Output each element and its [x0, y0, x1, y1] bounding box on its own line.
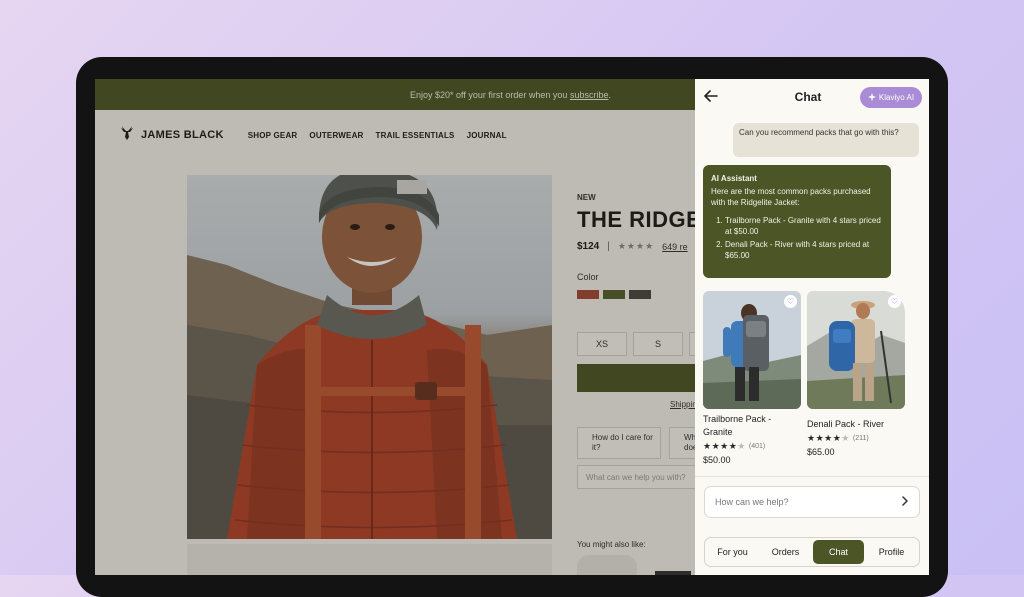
banner-prefix: Enjoy $20* off your first order when you: [410, 89, 568, 100]
tab-profile[interactable]: Profile: [866, 540, 917, 564]
chat-divider: [695, 476, 929, 477]
star-rating-icon: ★★★★★: [807, 433, 850, 443]
klaviyo-ai-badge[interactable]: Klaviyo AI: [860, 87, 922, 108]
color-label: Color: [577, 272, 599, 282]
chat-input-placeholder: How can we help?: [715, 497, 789, 507]
faq-chips: How do I care for it? Wh doe: [577, 427, 709, 459]
tab-orders[interactable]: Orders: [760, 540, 811, 564]
ai-recommendation-item: Denali Pack - River with 4 stars priced …: [725, 239, 883, 262]
reviews-link[interactable]: 649 re: [662, 242, 688, 252]
product-rating: ★★★★★ (211): [807, 433, 905, 444]
chat-input[interactable]: How can we help?: [704, 486, 920, 518]
ai-message-intro: Here are the most common packs purchased…: [711, 186, 871, 208]
review-count: (401): [748, 443, 766, 450]
nav-journal[interactable]: JOURNAL: [467, 131, 507, 140]
size-xs-button[interactable]: XS: [577, 332, 627, 356]
star-rating-icon: ★★★★★: [703, 441, 746, 451]
banner-suffix: .: [608, 89, 611, 100]
hero-thumbnail[interactable]: [187, 544, 552, 575]
user-message: Can you recommend packs that go with thi…: [733, 123, 919, 157]
product-card-denali[interactable]: ♡ Denali Pack - River ★★★★★ (211) $65.00: [807, 291, 905, 457]
size-selector: XS S: [577, 332, 710, 356]
product-price: $50.00: [703, 455, 731, 465]
top-nav: JAMES BLACK SHOP GEAR OUTERWEAR TRAIL ES…: [119, 125, 507, 145]
tab-for-you[interactable]: For you: [707, 540, 758, 564]
favorite-button[interactable]: ♡: [784, 295, 797, 308]
recommendation-title-bar: [655, 571, 691, 575]
price-separator: |: [607, 241, 610, 252]
swatch-charcoal[interactable]: [629, 290, 651, 299]
ai-recommendation-item: Trailborne Pack - Granite with 4 stars p…: [725, 215, 883, 238]
klaviyo-ai-label: Klaviyo AI: [878, 93, 915, 102]
nav-links: SHOP GEAR OUTERWEAR TRAIL ESSENTIALS JOU…: [248, 131, 507, 140]
stag-icon: [119, 125, 135, 146]
chat-panel: Chat Klaviyo AI Can you recommend packs …: [695, 79, 929, 575]
product-card-trailborne[interactable]: ♡ Trailborne Pack - Granite ★★★★★ (401) …: [703, 291, 801, 465]
product-name[interactable]: Trailborne Pack - Granite: [703, 413, 801, 439]
rating-stars: ★★★★: [617, 241, 655, 251]
heart-icon: ♡: [786, 297, 795, 306]
nav-trail-essentials[interactable]: TRAIL ESSENTIALS: [376, 131, 455, 140]
swatch-rust[interactable]: [577, 290, 599, 299]
price-row: $124 | ★★★★ 649 re: [577, 241, 688, 252]
heart-icon: ♡: [890, 297, 899, 306]
favorite-button[interactable]: ♡: [888, 295, 901, 308]
chat-tab-bar: For you Orders Chat Profile: [704, 537, 920, 567]
faq-care-button[interactable]: How do I care for it?: [577, 427, 661, 459]
review-count: (211): [852, 435, 869, 442]
recommendation-thumbnail[interactable]: [577, 555, 637, 575]
sparkle-icon: [867, 92, 876, 103]
ai-message: AI Assistant Here are the most common pa…: [703, 165, 891, 278]
trailborne-pack-image[interactable]: ♡: [703, 291, 801, 409]
subscribe-link[interactable]: subscribe: [570, 90, 609, 100]
brand-logo[interactable]: JAMES BLACK: [119, 125, 224, 146]
product-rating: ★★★★★ (401): [703, 441, 801, 452]
product-badge: NEW: [577, 193, 596, 202]
chevron-right-icon[interactable]: [901, 496, 909, 508]
product-price: $124: [577, 241, 600, 252]
nav-outerwear[interactable]: OUTERWEAR: [309, 131, 363, 140]
swatch-olive[interactable]: [603, 290, 625, 299]
color-swatches: [577, 290, 651, 299]
product-hero-image: [187, 175, 552, 539]
product-price: $65.00: [807, 447, 835, 457]
tab-chat[interactable]: Chat: [813, 540, 864, 564]
denali-pack-image[interactable]: ♡: [807, 291, 905, 409]
screen: Enjoy $20* off your first order when you…: [95, 79, 929, 575]
ai-message-title: AI Assistant: [711, 174, 757, 183]
nav-shop-gear[interactable]: SHOP GEAR: [248, 131, 298, 140]
shipping-link[interactable]: Shippin: [670, 400, 697, 409]
ai-recommendation-list: Trailborne Pack - Granite with 4 stars p…: [711, 215, 883, 262]
brand-name: JAMES BLACK: [141, 129, 224, 141]
product-name[interactable]: Denali Pack - River: [807, 418, 905, 431]
size-s-button[interactable]: S: [633, 332, 683, 356]
also-like-heading: You might also like:: [577, 540, 646, 549]
chat-header: Chat Klaviyo AI: [695, 79, 929, 117]
